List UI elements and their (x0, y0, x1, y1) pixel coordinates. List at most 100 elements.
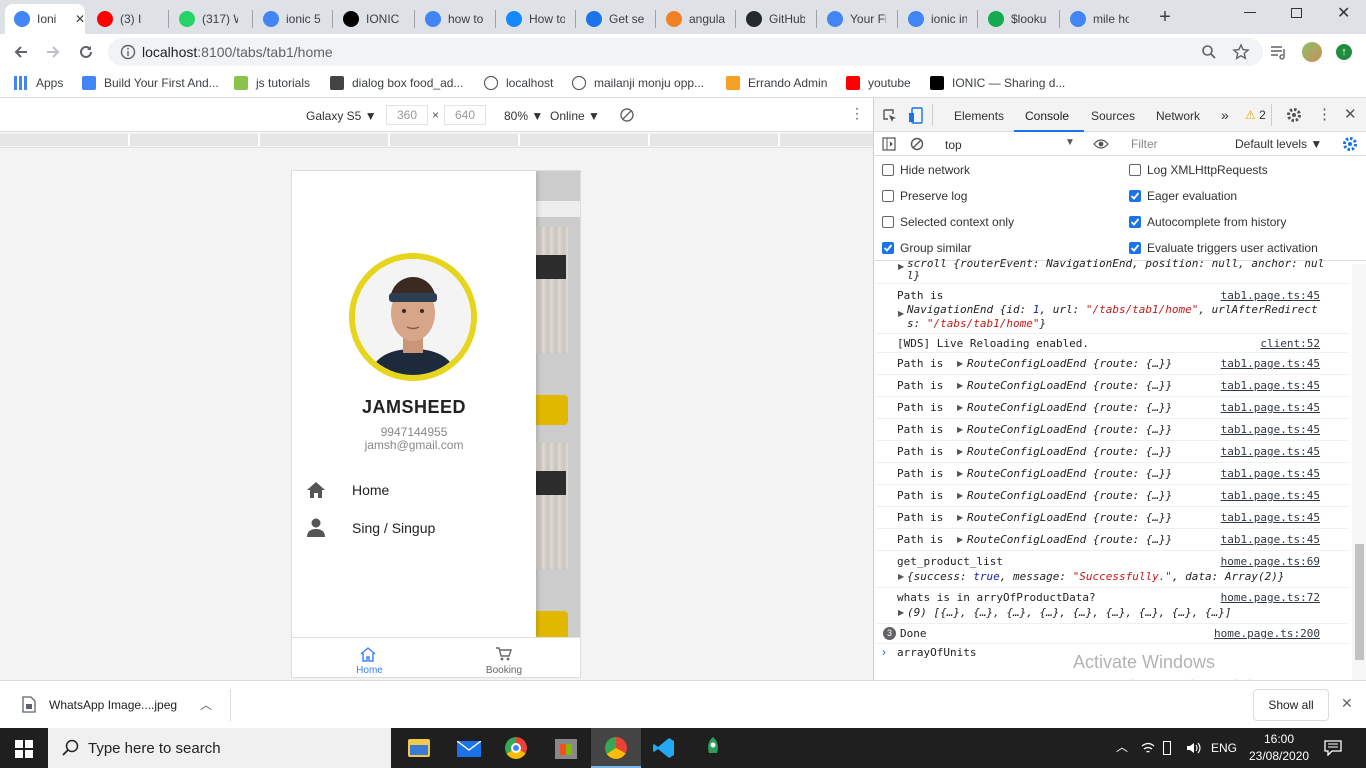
store-icon[interactable] (555, 739, 577, 759)
log-source-link[interactable]: tab1.page.ts:45 (1221, 445, 1320, 458)
forward-arrow-icon[interactable] (45, 44, 61, 60)
log-source-link[interactable]: home.page.ts:200 (1214, 627, 1320, 640)
chevron-up-icon[interactable]: ︿ (1116, 738, 1128, 755)
file-explorer-icon[interactable] (408, 739, 430, 757)
browser-tab[interactable]: ionic in (899, 4, 977, 34)
browser-tab[interactable]: GitHub (737, 4, 815, 34)
bookmark-item[interactable]: localhost (484, 76, 553, 90)
mail-icon[interactable] (457, 741, 481, 757)
devtools-menu-icon[interactable]: ⋮ (1317, 105, 1332, 123)
zoom-select[interactable]: 80% ▼ (504, 109, 543, 123)
devtools-tab-sources[interactable]: Sources (1091, 109, 1135, 123)
menu-item-signin[interactable]: Sing / Singup (292, 511, 536, 545)
bookmark-item[interactable]: youtube (846, 76, 911, 90)
log-source-link[interactable]: tab1.page.ts:45 (1221, 289, 1320, 302)
maximize-button[interactable] (1291, 8, 1302, 18)
minimize-button[interactable] (1244, 12, 1256, 13)
expand-arrow[interactable]: ▶ (957, 403, 963, 412)
expand-arrow[interactable]: ▶ (898, 608, 904, 617)
expand-arrow[interactable]: ▶ (957, 469, 963, 478)
back-arrow-icon[interactable] (13, 44, 29, 60)
expand-arrow[interactable]: ▶ (957, 425, 963, 434)
close-tab-icon[interactable]: ✕ (75, 12, 85, 26)
devtools-tab-network[interactable]: Network (1156, 109, 1200, 123)
new-tab-button[interactable]: + (1155, 7, 1175, 28)
expand-arrow[interactable]: ▶ (957, 535, 963, 544)
browser-tab[interactable]: angular (657, 4, 735, 34)
log-source-link[interactable]: tab1.page.ts:45 (1221, 489, 1320, 502)
bookmark-item[interactable]: mailanji monju opp... (572, 76, 704, 90)
setting-checkbox[interactable] (1129, 216, 1141, 228)
windows-start-icon[interactable] (15, 740, 33, 758)
close-devtools-icon[interactable]: ✕ (1344, 105, 1357, 123)
address-bar[interactable]: localhost:8100/tabs/tab1/home (108, 38, 1263, 66)
taskbar-search[interactable]: Type here to search (48, 728, 391, 768)
setting-checkbox[interactable] (882, 242, 894, 254)
gear-icon[interactable] (1286, 107, 1302, 123)
width-input[interactable]: 360 (386, 105, 428, 125)
browser-tab[interactable]: $lookup (979, 4, 1057, 34)
devtools-tab-console[interactable]: Console (1025, 109, 1069, 123)
bookmark-item[interactable]: Apps (14, 76, 63, 90)
bookmark-item[interactable]: js tutorials (234, 76, 310, 90)
browser-tab[interactable]: mile ho (1061, 4, 1139, 34)
app-rocket-icon[interactable] (702, 736, 724, 760)
setting-checkbox[interactable] (1129, 164, 1141, 176)
setting-checkbox[interactable] (882, 164, 894, 176)
log-source-link[interactable]: tab1.page.ts:45 (1221, 379, 1320, 392)
devtools-tab-elements[interactable]: Elements (954, 109, 1004, 123)
bookmark-item[interactable]: dialog box food_ad... (330, 76, 463, 90)
browser-tab[interactable]: how to (416, 4, 494, 34)
expand-arrow[interactable]: ▶ (898, 262, 904, 271)
setting-checkbox[interactable] (1129, 190, 1141, 202)
height-input[interactable]: 640 (444, 105, 486, 125)
expand-arrow[interactable]: ▶ (957, 491, 963, 500)
more-tabs-button[interactable]: » (1221, 107, 1229, 123)
chrome-taskbar-icon[interactable] (505, 737, 527, 759)
device-toggle-icon[interactable] (908, 107, 924, 125)
rotate-icon[interactable] (619, 107, 635, 123)
log-source-link[interactable]: tab1.page.ts:45 (1221, 467, 1320, 480)
browser-tab[interactable]: IONIC - (334, 4, 412, 34)
browser-tab[interactable]: (3) I (88, 4, 166, 34)
console-input[interactable]: arrayOfUnits (897, 646, 976, 659)
log-source-link[interactable]: tab1.page.ts:45 (1221, 511, 1320, 524)
console-settings-gear-icon[interactable] (1342, 136, 1358, 152)
tab-booking[interactable]: Booking (437, 638, 580, 677)
browser-tab[interactable]: How to (497, 4, 575, 34)
browser-tab[interactable]: ionic 5 (254, 4, 332, 34)
info-icon[interactable] (120, 44, 136, 60)
context-select[interactable]: top ▼ (936, 135, 1080, 153)
expand-arrow[interactable]: ▶ (957, 513, 963, 522)
warnings-badge[interactable]: ⚠ 2 (1245, 108, 1266, 122)
update-arrow-icon[interactable]: ↑ (1336, 44, 1352, 60)
log-source-link[interactable]: home.page.ts:69 (1221, 555, 1320, 568)
inspect-element-icon[interactable] (882, 108, 898, 124)
console-scrollbar[interactable] (1352, 264, 1366, 680)
browser-tab[interactable]: Your Fir (818, 4, 896, 34)
bookmark-item[interactable]: Build Your First And... (82, 76, 219, 90)
browser-tab[interactable]: Get sele (577, 4, 655, 34)
log-source-link[interactable]: client:52 (1260, 337, 1320, 350)
log-source-link[interactable]: tab1.page.ts:45 (1221, 533, 1320, 546)
log-source-link[interactable]: tab1.page.ts:45 (1221, 401, 1320, 414)
network-throttle-select[interactable]: Online ▼ (550, 109, 600, 123)
scrollbar-thumb[interactable] (1355, 544, 1364, 660)
bookmark-item[interactable]: IONIC — Sharing d... (930, 76, 1065, 90)
eye-icon[interactable] (1093, 138, 1109, 150)
filter-input[interactable]: Filter (1123, 135, 1225, 153)
vscode-icon[interactable] (652, 736, 676, 760)
expand-arrow[interactable]: ▶ (957, 359, 963, 368)
expand-arrow[interactable]: ▶ (898, 572, 904, 581)
show-all-button[interactable]: Show all (1253, 689, 1329, 721)
volume-icon[interactable] (1186, 740, 1202, 756)
more-options-icon[interactable]: ⋮ (850, 105, 864, 122)
bookmark-star-icon[interactable] (1232, 43, 1250, 61)
tab-home[interactable]: Home (292, 638, 437, 677)
chevron-up-icon[interactable]: ︿ (200, 696, 212, 713)
expand-arrow[interactable]: ▶ (898, 309, 904, 318)
sidebar-toggle-icon[interactable] (882, 137, 896, 151)
download-filename[interactable]: WhatsApp Image....jpeg (49, 698, 177, 712)
device-select[interactable]: Galaxy S5 ▼ (306, 109, 377, 123)
log-source-link[interactable]: tab1.page.ts:45 (1221, 423, 1320, 436)
